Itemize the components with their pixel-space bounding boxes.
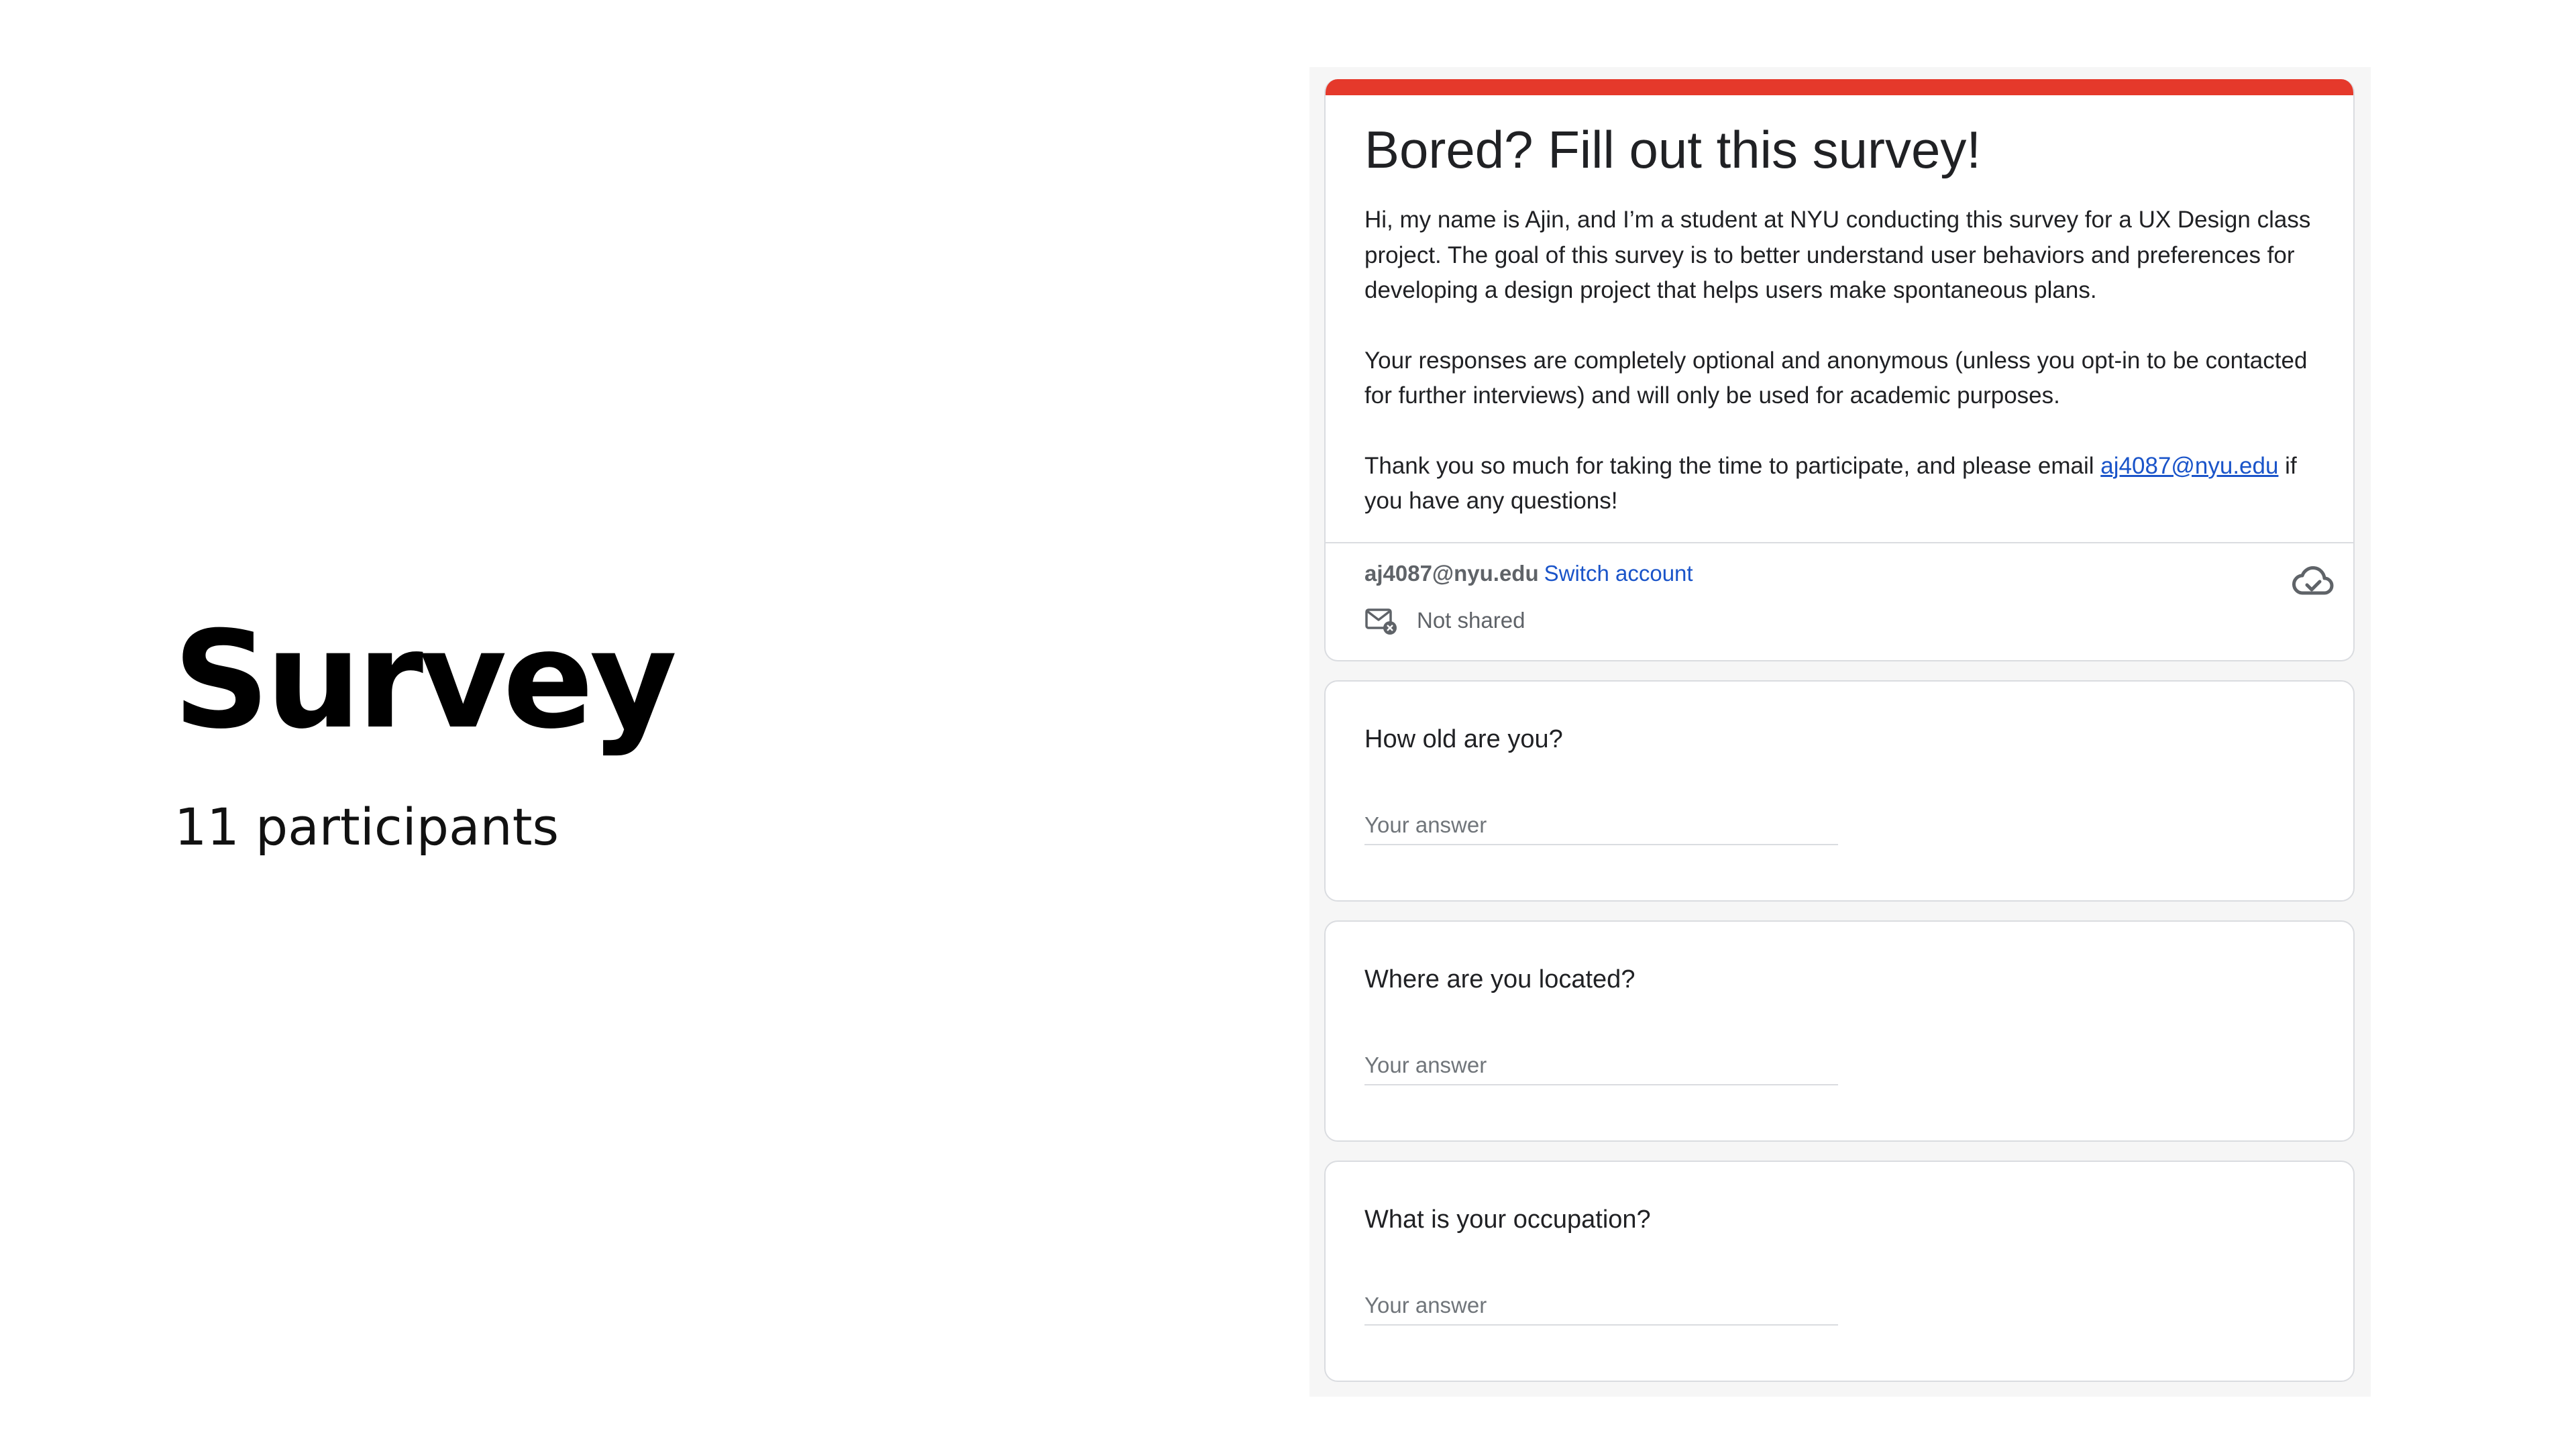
form-description: Hi, my name is Ajin, and I’m a student a… [1364,203,2324,554]
description-paragraph: Hi, my name is Ajin, and I’m a student a… [1364,207,2311,303]
slide-title: Survey [173,602,677,759]
question-card: What is your occupation? [1324,1161,2355,1382]
switch-account-link[interactable]: Switch account [1544,561,1693,586]
question-card: Where are you located? [1324,920,2355,1142]
description-paragraph: Thank you so much for taking the time to… [1364,449,2324,519]
header-divider [1326,542,2353,543]
form-header-card: Bored? Fill out this survey! Hi, my name… [1324,79,2355,661]
slide-subtitle: 11 participants [174,797,559,857]
sharing-status-label: Not shared [1417,608,1525,633]
form-title: Bored? Fill out this survey! [1364,120,1982,179]
mail-off-icon [1365,608,1397,635]
question-text: How old are you? [1364,725,1563,753]
answer-input[interactable] [1364,1287,1838,1326]
account-email: aj4087@nyu.edu [1364,561,1539,586]
account-line: aj4087@nyu.edu Switch account [1364,555,1693,592]
description-paragraph: Your responses are completely optional a… [1364,347,2308,409]
contact-email-link[interactable]: aj4087@nyu.edu [2100,453,2278,479]
question-text: What is your occupation? [1364,1205,1651,1234]
form-screenshot: Bored? Fill out this survey! Hi, my name… [1309,67,2371,1397]
question-text: Where are you located? [1364,965,1635,994]
form-accent-bar [1326,79,2353,95]
answer-input[interactable] [1364,1046,1838,1085]
answer-input[interactable] [1364,806,1838,845]
question-card: How old are you? [1324,680,2355,902]
sharing-status: Not shared [1364,602,1525,639]
cloud-check-icon[interactable] [2292,561,2334,604]
description-text: Thank you so much for taking the time to… [1364,452,2101,479]
